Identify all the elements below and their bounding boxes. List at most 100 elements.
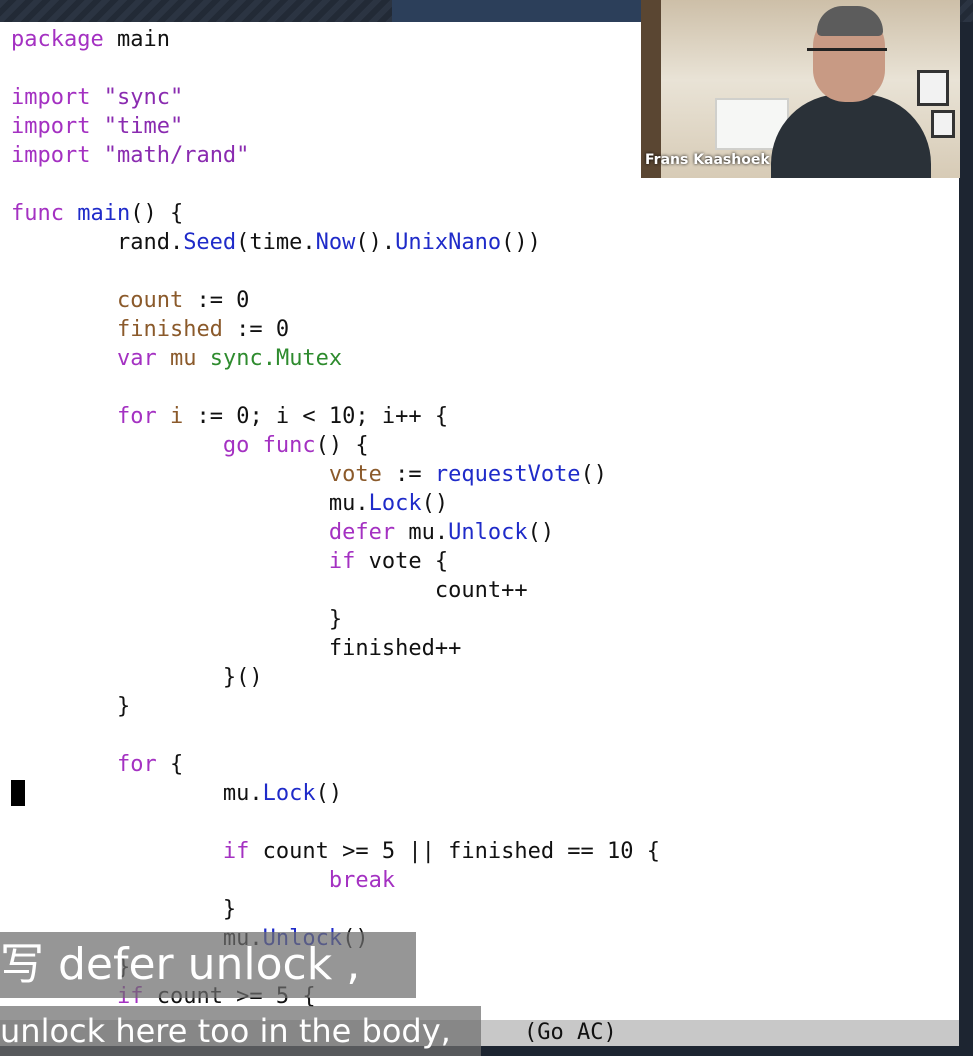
code-token: := 0 [183, 288, 250, 313]
code-token: import [11, 143, 91, 168]
code-token: } [11, 694, 131, 719]
code-token: for [116, 752, 157, 777]
code-token: break [328, 868, 396, 893]
code-line: package main [11, 25, 170, 54]
code-line: }() [11, 663, 263, 692]
code-token: Lock [262, 781, 316, 806]
code-line: for i := 0; i < 10; i++ { [11, 402, 448, 431]
code-token: () [580, 462, 608, 487]
code-line: import "math/rand" [11, 141, 249, 170]
video-picture-frame [917, 70, 949, 106]
code-token: main [77, 201, 131, 226]
code-token: count >= 5 || finished == 10 { [249, 839, 661, 864]
code-line: import "sync" [11, 83, 183, 112]
code-token: vote { [355, 549, 449, 574]
code-token: "sync" [90, 85, 184, 110]
code-line: finished := 0 [11, 315, 289, 344]
code-token: (). [355, 230, 396, 255]
code-token: mu. [395, 520, 449, 545]
code-token: func [11, 201, 64, 226]
code-token: Now [315, 230, 356, 255]
video-thumbnail: Frans Kaashoek [641, 0, 960, 178]
code-token: Unlock [448, 520, 528, 545]
code-token: () { [315, 433, 369, 458]
code-token: () [315, 781, 343, 806]
code-token: (time. [236, 230, 316, 255]
participant-name: Frans Kaashoek [645, 152, 770, 168]
code-line: go func() { [11, 431, 369, 460]
scrollbar-area[interactable] [959, 22, 973, 1056]
top-bar-tab [392, 0, 642, 22]
code-token: finished++ [11, 636, 462, 661]
code-token: defer [328, 520, 396, 545]
code-token: ()) [501, 230, 541, 255]
code-token: Seed [183, 230, 237, 255]
video-person-glasses [807, 48, 887, 61]
code-token: "time" [90, 114, 184, 139]
code-token: if [328, 549, 356, 574]
code-token: "math/rand" [90, 143, 250, 168]
code-token: { [156, 752, 184, 777]
code-token: () { [130, 201, 184, 226]
code-line: count := 0 [11, 286, 249, 315]
code-line: var mu sync.Mutex [11, 344, 342, 373]
code-token: count++ [11, 578, 528, 603]
code-token: import [11, 85, 91, 110]
code-token: } [11, 897, 237, 922]
code-token: main [103, 27, 170, 52]
code-token: for [116, 404, 157, 429]
code-token: := 0; i < 10; i++ { [183, 404, 449, 429]
code-line: } [11, 692, 130, 721]
code-line: func main() { [11, 199, 183, 228]
code-token: () [527, 520, 555, 545]
text-cursor [11, 780, 25, 806]
code-line: } [11, 605, 342, 634]
subtitle-line-1: 写 defer unlock , [0, 932, 416, 998]
code-token: UnixNano [395, 230, 502, 255]
code-token: sync.Mutex [209, 346, 343, 371]
code-token: mu [169, 346, 197, 371]
code-token: mu. [11, 491, 369, 516]
code-line: count++ [11, 576, 528, 605]
code-token: package [11, 27, 104, 52]
video-person-body [771, 94, 931, 178]
subtitle-line-2: unlock here too in the body, [0, 1006, 481, 1056]
code-line: if vote { [11, 547, 448, 576]
video-person-hair [817, 6, 883, 36]
code-token: go [222, 433, 250, 458]
code-token: func [262, 433, 316, 458]
code-line: if count >= 5 || finished == 10 { [11, 837, 660, 866]
editor-mode: (Go AC) [524, 1020, 617, 1045]
code-line: for { [11, 750, 183, 779]
code-line: vote := requestVote() [11, 460, 607, 489]
code-token: rand. [11, 230, 184, 255]
video-picture-frame [931, 110, 955, 138]
code-token: if [222, 839, 250, 864]
code-token: }() [11, 665, 263, 690]
code-token: } [11, 607, 343, 632]
code-token: import [11, 114, 91, 139]
code-token: requestVote [434, 462, 581, 487]
code-token: := [381, 462, 435, 487]
code-line: rand.Seed(time.Now().UnixNano()) [11, 228, 541, 257]
code-token: mu. [11, 781, 263, 806]
code-token: var [116, 346, 157, 371]
code-line: } [11, 895, 236, 924]
code-token: := 0 [222, 317, 290, 342]
code-token: () [421, 491, 449, 516]
code-line: mu.Lock() [11, 489, 448, 518]
